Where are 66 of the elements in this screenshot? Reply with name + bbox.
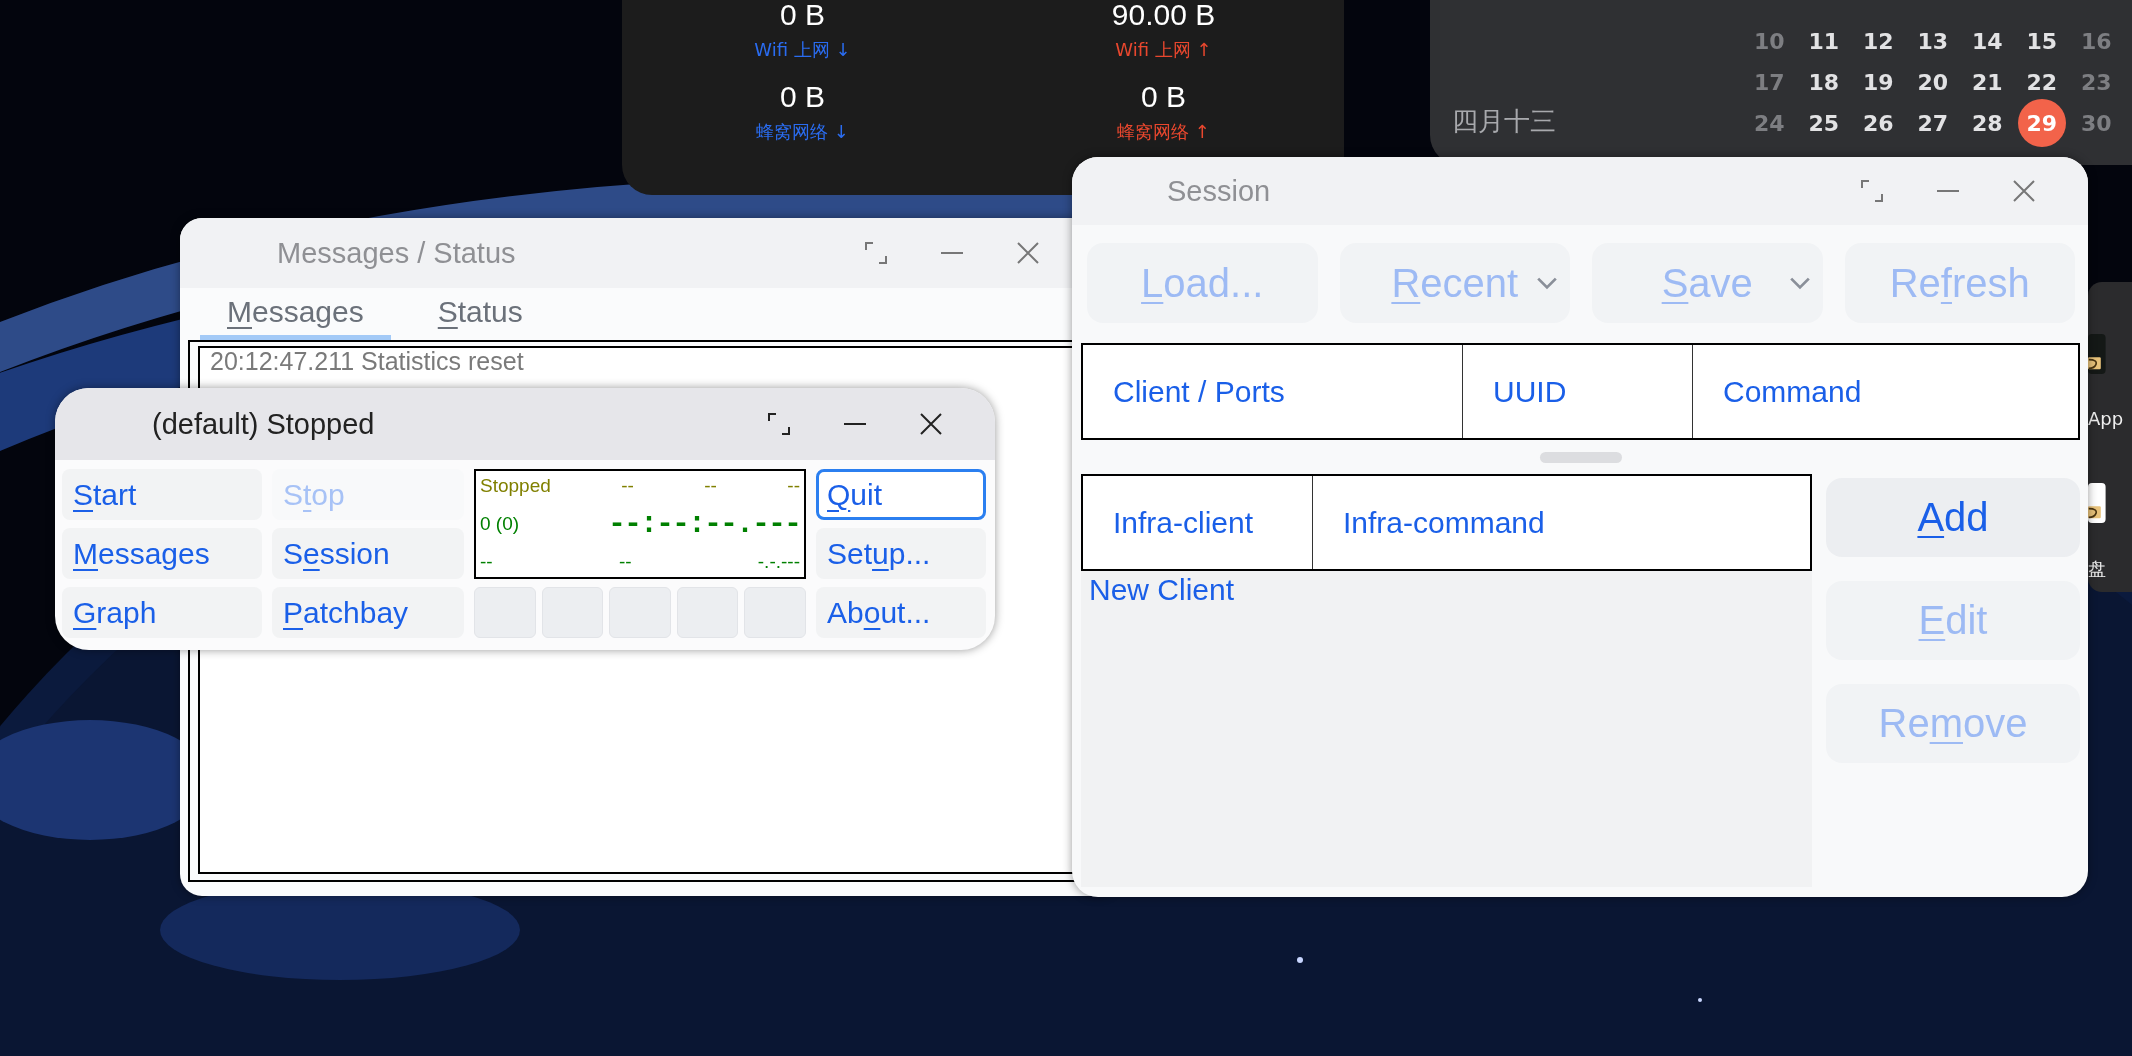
- app-label: 盘: [2088, 557, 2107, 581]
- command-button[interactable]: Session: [272, 528, 464, 579]
- close-icon[interactable]: [919, 412, 943, 436]
- display-field: -.-.---: [757, 551, 800, 573]
- app-label: App: [2088, 408, 2125, 429]
- calendar-day[interactable]: 23: [2069, 62, 2124, 103]
- window-title: Messages / Status: [277, 236, 516, 270]
- calendar-day[interactable]: 24: [1742, 103, 1797, 144]
- time-display: --:--:--.---: [607, 507, 800, 541]
- command-button[interactable]: Start: [62, 469, 262, 520]
- calendar-day[interactable]: 27: [1905, 103, 1960, 144]
- calendar-day[interactable]: 25: [1796, 103, 1851, 144]
- calendar-day[interactable]: 12: [1851, 21, 1906, 62]
- tab[interactable]: Status: [410, 292, 550, 340]
- display-field: --: [787, 475, 800, 497]
- traffic-label: 蜂窝网络 ↓: [756, 120, 849, 144]
- traffic-value: 0 B: [780, 80, 825, 114]
- xrun-count: 0 (0): [480, 513, 520, 535]
- calendar-day[interactable]: 29: [2017, 99, 2066, 147]
- calendar-day[interactable]: 20: [1905, 62, 1960, 103]
- column-header[interactable]: Infra-command: [1313, 476, 1810, 569]
- calendar-day[interactable]: 11: [1796, 21, 1851, 62]
- calendar-day[interactable]: 15: [2014, 21, 2069, 62]
- calendar-day[interactable]: 17: [1742, 62, 1797, 103]
- display-field: --: [480, 551, 493, 573]
- calendar-day[interactable]: 16: [2069, 21, 2124, 62]
- calendar-day[interactable]: 28: [1960, 103, 2015, 144]
- traffic-value: 0 B: [1141, 80, 1186, 114]
- command-button[interactable]: Patchbay: [272, 587, 464, 638]
- calendar-day[interactable]: 18: [1796, 62, 1851, 103]
- traffic-label: Wifi 上网 ↓: [754, 38, 851, 62]
- command-button[interactable]: Messages: [62, 528, 262, 579]
- column-header[interactable]: Client / Ports: [1083, 345, 1463, 438]
- traffic-label: Wifi 上网 ↑: [1115, 38, 1212, 62]
- maximize-icon[interactable]: [767, 412, 791, 436]
- traffic-label: 蜂窝网络 ↑: [1117, 120, 1210, 144]
- display-field: --: [618, 551, 632, 573]
- traffic-value: 90.00 B: [1111, 0, 1216, 32]
- calendar-day[interactable]: 30: [2069, 103, 2124, 144]
- status-text: Stopped: [480, 475, 551, 497]
- column-header[interactable]: UUID: [1463, 345, 1693, 438]
- window-title: (default) Stopped: [152, 407, 375, 441]
- command-button[interactable]: Setup...: [816, 528, 986, 579]
- splitter-handle[interactable]: [1539, 452, 1622, 463]
- calendar-day[interactable]: 21: [1960, 62, 2015, 103]
- display-field: --: [621, 475, 634, 497]
- column-header[interactable]: Command: [1693, 345, 2078, 438]
- tab[interactable]: Messages: [200, 292, 391, 340]
- column-header[interactable]: Infra-client: [1083, 476, 1313, 569]
- command-button[interactable]: About...: [816, 587, 986, 638]
- table-row[interactable]: New Client: [1089, 573, 1235, 607]
- calendar-day[interactable]: 13: [1905, 21, 1960, 62]
- traffic-value: 0 B: [780, 0, 825, 32]
- calendar-day[interactable]: 10: [1742, 21, 1797, 62]
- calendar-day[interactable]: 26: [1851, 103, 1906, 144]
- calendar-day[interactable]: 19: [1851, 62, 1906, 103]
- command-button[interactable]: Quit: [816, 469, 986, 520]
- lunar-date: 四月十三: [1452, 105, 1556, 138]
- action-button[interactable]: Add: [1826, 478, 2080, 557]
- display-field: --: [704, 475, 717, 497]
- chevron-icon: [1536, 276, 1558, 290]
- calendar-day[interactable]: 14: [1960, 21, 2015, 62]
- log-line: 20:12:47.211 Statistics reset: [210, 348, 525, 376]
- command-button[interactable]: Graph: [62, 587, 262, 638]
- chevron-icon: [1788, 276, 1811, 290]
- window-title: Session: [1167, 174, 1271, 208]
